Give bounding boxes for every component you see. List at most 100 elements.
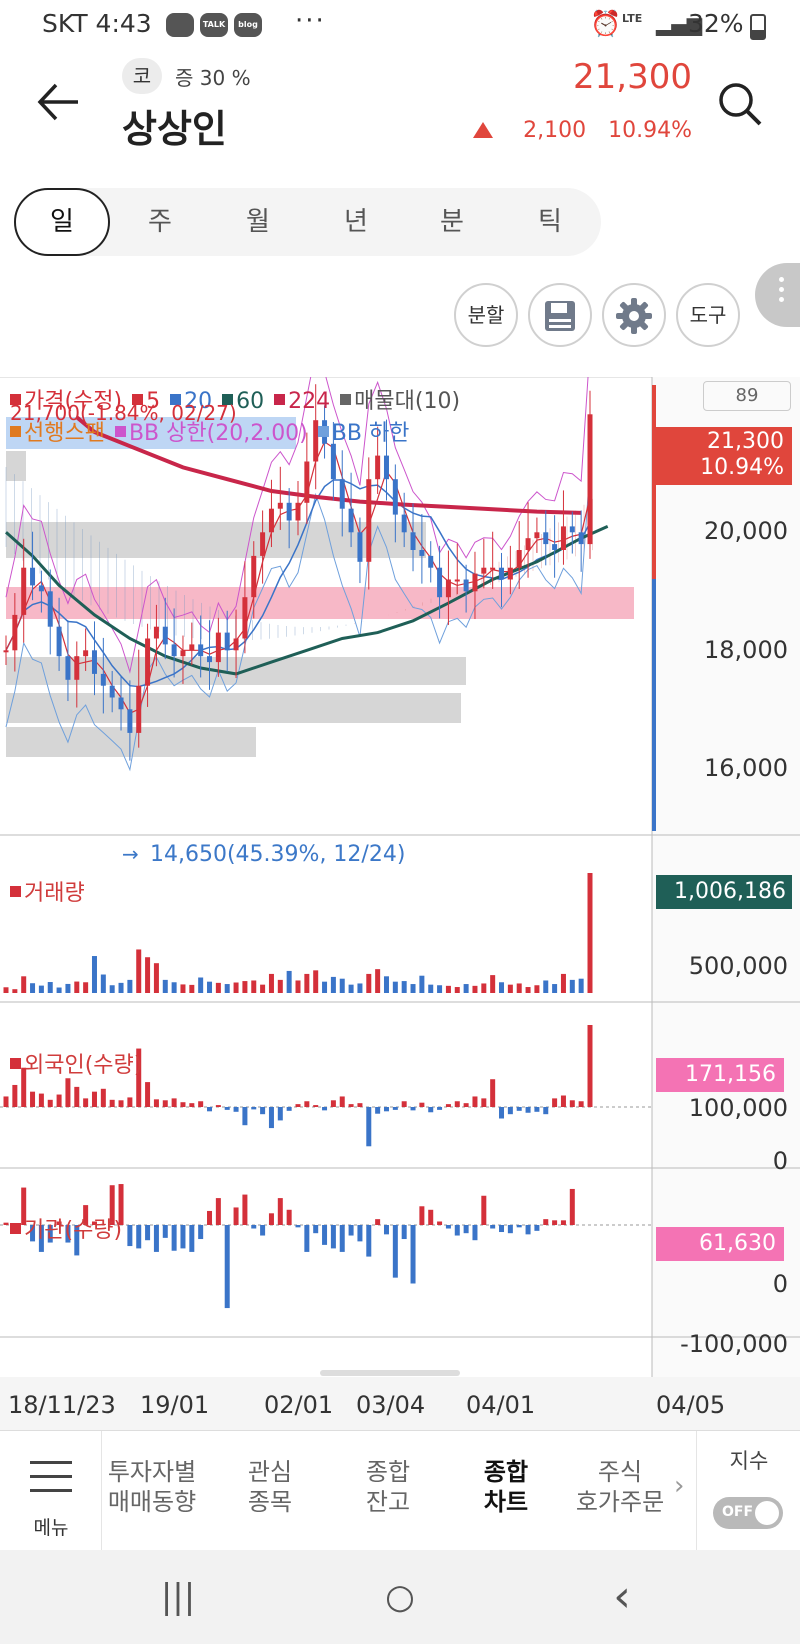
change-percent: 10.94% (608, 118, 692, 143)
foreign-axis-tick: 0 (772, 1147, 788, 1175)
nav-balance[interactable]: 종합 잔고 (328, 1457, 448, 1517)
back-button[interactable] (36, 80, 86, 130)
institution-bar (295, 1225, 301, 1228)
legend-bb-lower[interactable]: BB 하한 (317, 421, 409, 446)
foreign-bar (295, 1104, 301, 1107)
institution-bar (357, 1225, 363, 1242)
candle-body (242, 597, 248, 639)
home-button[interactable]: ○ (370, 1572, 430, 1622)
battery-icon (750, 14, 766, 40)
candle-body (198, 644, 204, 657)
candle-body (224, 632, 230, 651)
institution-bar (481, 1195, 487, 1225)
institution-bar (242, 1194, 248, 1225)
institution-bar (127, 1225, 133, 1247)
side-menu-handle[interactable] (755, 263, 800, 327)
foreign-bar (481, 1098, 487, 1107)
foreign-tag: 171,156 (656, 1058, 784, 1092)
institution-bar (251, 1225, 257, 1229)
tab-month[interactable]: 월 (210, 188, 306, 256)
volume-bar (463, 984, 469, 993)
more-icon: ··· (295, 6, 326, 36)
menu-button[interactable]: 메뉴 (0, 1431, 102, 1551)
volume-bar (534, 985, 540, 993)
nav-chart[interactable]: 종합 차트 (446, 1457, 566, 1517)
date-label: 18/11/23 (8, 1391, 116, 1419)
volume-bar (171, 982, 177, 993)
volume-profile-bar (6, 522, 426, 558)
period-tabs: 일 주 월 년 분 틱 (14, 188, 601, 256)
institution-bar (277, 1198, 283, 1225)
candle-body (74, 656, 80, 680)
volume-bar (410, 984, 416, 993)
period-count-input[interactable]: 89 (703, 381, 791, 411)
bottom-nav: 메뉴 투자자별 매매동향 관심 종목 종합 잔고 종합 차트 주식 호가주문 › 지수 O… (0, 1430, 800, 1551)
volume-bar (260, 984, 266, 993)
carrier-time: SKT 4:43 (42, 9, 152, 38)
foreign-bar (339, 1096, 345, 1107)
date-label: 19/01 (140, 1391, 210, 1419)
index-toggle-area: 지수 OFF (696, 1431, 800, 1551)
institution-bar (383, 1225, 389, 1235)
margin-rate: 증 30 % (175, 66, 251, 90)
volume-bar (569, 979, 575, 993)
foreign-axis-tick: 100,000 (688, 1094, 788, 1122)
tab-day[interactable]: 일 (14, 188, 110, 256)
toggle-knob (755, 1501, 779, 1525)
tab-week[interactable]: 주 (112, 188, 208, 256)
volume-bar (348, 984, 354, 993)
chevron-right-icon[interactable]: › (674, 1471, 684, 1501)
institution-bar (145, 1225, 151, 1241)
stock-name[interactable]: 상상인 (122, 98, 227, 153)
volume-bar (295, 980, 301, 993)
institution-bar (171, 1225, 177, 1251)
institution-bar (313, 1225, 319, 1234)
legend-volume-profile[interactable]: 매물대(10) (340, 389, 460, 414)
nav-order[interactable]: 주식 호가주문 (560, 1457, 680, 1517)
candle-body (268, 508, 274, 533)
current-price: 21,300 (573, 57, 692, 97)
institution-bar (472, 1225, 478, 1241)
save-button[interactable] (528, 283, 592, 347)
foreign-bar (145, 1082, 151, 1107)
foreign-bar (268, 1107, 274, 1129)
candle-body (12, 614, 18, 651)
tab-year[interactable]: 년 (308, 188, 404, 256)
foreign-bar (127, 1097, 133, 1107)
candle-body (375, 455, 381, 480)
low-marker: 14,650(45.39%, 12/24) (150, 842, 406, 867)
legend-ma224[interactable]: 224 (274, 389, 330, 414)
volume-bar (339, 978, 345, 993)
back-nav-button[interactable]: ‹ (592, 1572, 652, 1622)
up-triangle-icon (473, 122, 494, 138)
volume-bar (286, 970, 292, 993)
candle-body (578, 532, 584, 545)
tab-minute[interactable]: 분 (404, 188, 500, 256)
foreign-bar (286, 1107, 292, 1111)
recent-apps-button[interactable]: ||| (148, 1572, 208, 1622)
volume-profile-bar (6, 451, 26, 481)
search-button[interactable] (716, 80, 766, 130)
nav-watchlist[interactable]: 관심 종목 (210, 1457, 330, 1517)
volume-bar (481, 983, 487, 993)
settings-button[interactable] (602, 283, 666, 347)
more-vertical-icon (779, 277, 785, 307)
institution-bar (375, 1219, 381, 1225)
volume-bar (251, 980, 257, 993)
foreign-bar (401, 1101, 407, 1107)
candle-body (560, 526, 566, 550)
legend-bb-upper[interactable]: BB 상한(20,2.00) (114, 421, 308, 446)
split-button[interactable]: 분할 (454, 283, 518, 347)
volume-bar (366, 973, 372, 993)
legend-leading-span[interactable]: 선행스팬 (10, 421, 105, 446)
foreign-bar (366, 1107, 372, 1147)
index-toggle[interactable]: OFF (713, 1497, 783, 1529)
candle-body (91, 650, 97, 674)
nav-investor-trading[interactable]: 투자자별 매매동향 (92, 1457, 212, 1517)
chart-area[interactable]: 가격(수정) 5 20 60 224 매물대(10) 21,700(-1.84%, 02/… (0, 377, 800, 1430)
price-change: 2,100 10.94% (473, 118, 692, 143)
tab-tick[interactable]: 틱 (502, 188, 598, 256)
foreign-bar (490, 1079, 496, 1107)
alarm-icon: ⏰ (590, 9, 622, 38)
tools-button[interactable]: 도구 (676, 283, 740, 347)
